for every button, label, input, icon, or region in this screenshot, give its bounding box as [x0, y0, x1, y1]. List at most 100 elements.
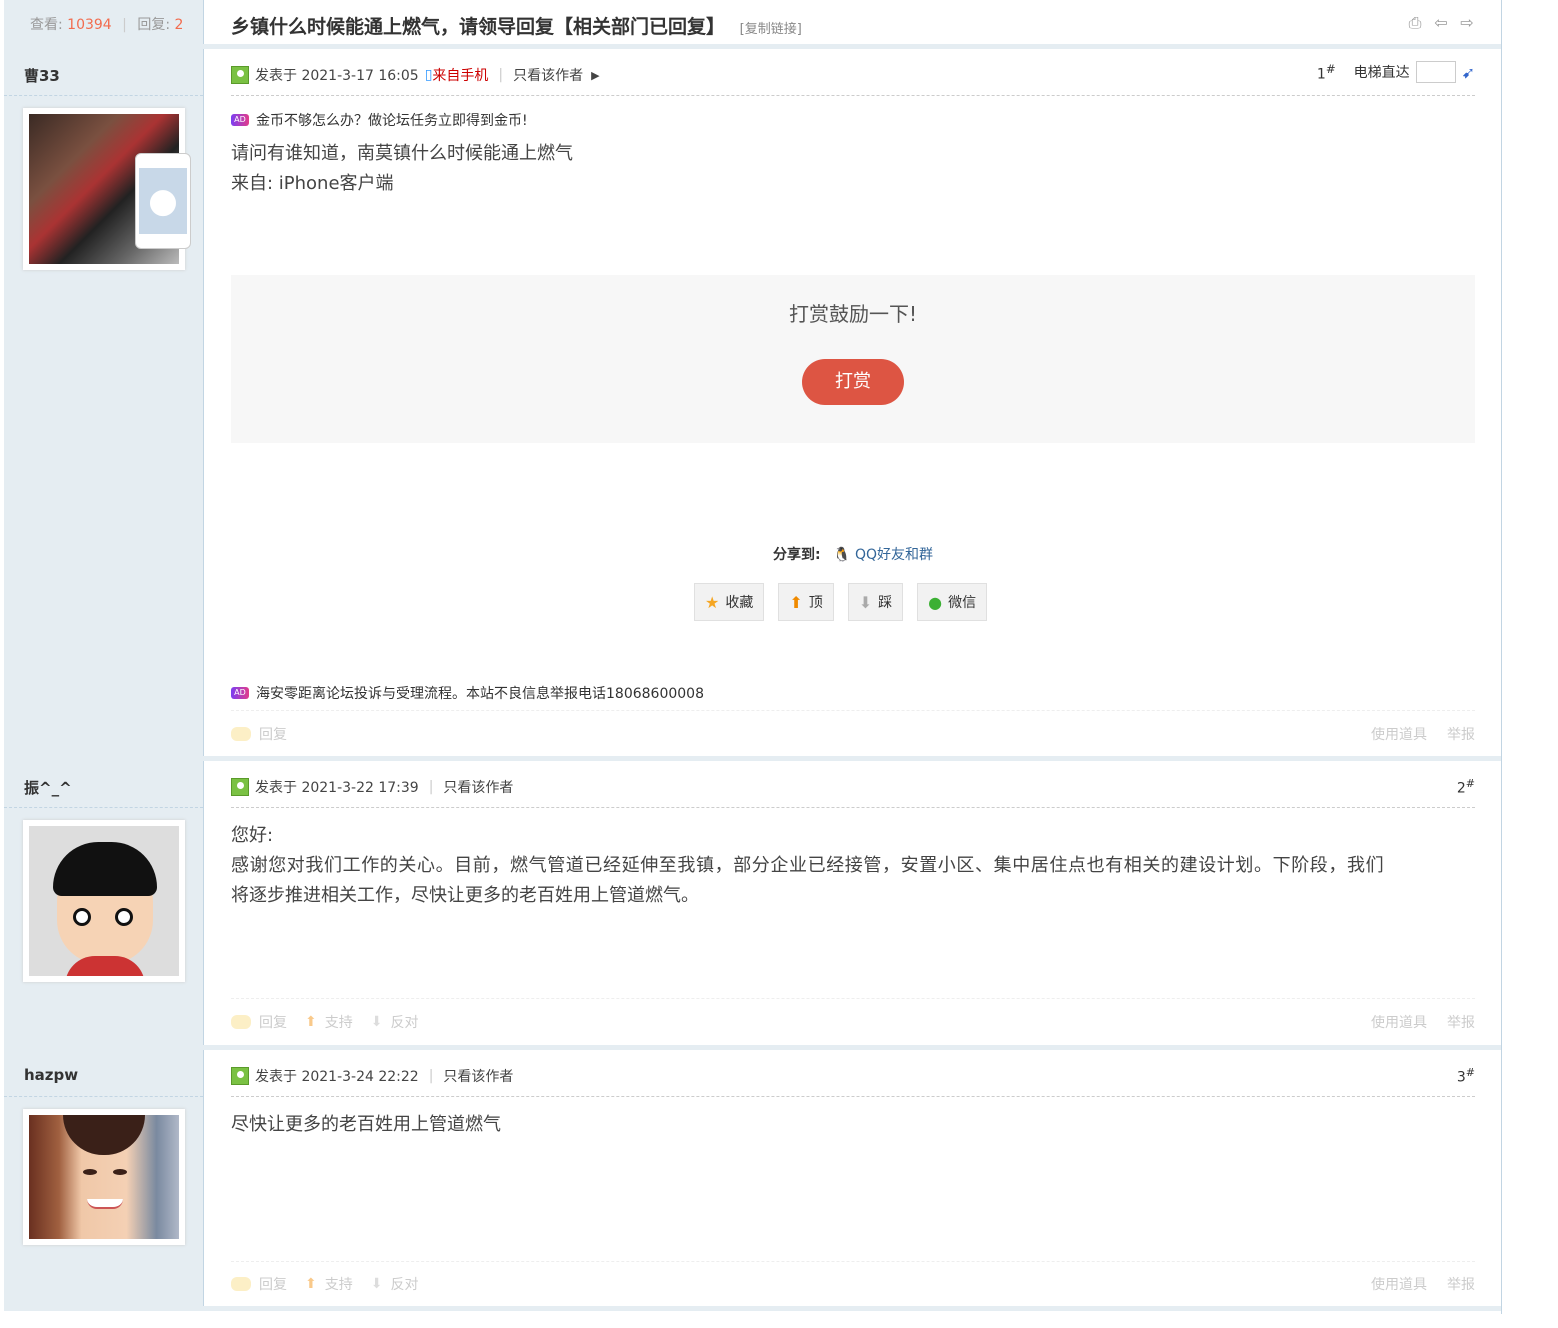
post-content: 您好: 感谢您对我们工作的关心。目前，燃气管道已经延伸至我镇，部分企业已经接管，… — [231, 821, 1475, 911]
avatar[interactable] — [23, 1109, 185, 1245]
post-footer: 回复 ⬆ 支持 ⬇ 反对 使用道具 举报 — [231, 1274, 1475, 1294]
floor-value: 3 — [1456, 1069, 1466, 1086]
prev-arrow-icon[interactable]: ⇦ — [1431, 14, 1451, 32]
thread-frame: 查看: 10394 | 回复: 2 乡镇什么时候能通上燃气，请领导回复【相关部门… — [4, 0, 1502, 1314]
author-name[interactable]: 曹33 — [24, 65, 60, 86]
ad-bottom[interactable]: AD 海安零距离论坛投诉与受理流程。本站不良信息举报电话18068600008 — [231, 683, 704, 703]
post-date: 发表于 2021-3-17 16:05 — [255, 68, 419, 84]
elevator-label: 电梯直达 — [1353, 65, 1410, 81]
downvote-button[interactable]: ⬇ 踩 — [847, 583, 904, 621]
ad-top[interactable]: AD 金币不够怎么办？做论坛任务立即得到金币! — [231, 110, 528, 130]
floor-number: 3# — [1457, 1066, 1475, 1086]
post-1-author-panel: 曹33 ● — [4, 49, 204, 756]
post-footer: 回复 ⬆ 支持 ⬇ 反对 使用道具 举报 — [231, 1012, 1475, 1032]
arrow-up-icon: ⬆ — [789, 592, 803, 612]
floor-elevator: 1# 电梯直达 ➹ — [1317, 61, 1475, 83]
only-author-link[interactable]: 只看该作者 — [513, 65, 583, 85]
reply-button[interactable]: 回复 — [231, 1274, 287, 1294]
reply-bubble-icon — [231, 727, 251, 741]
share-qq-link[interactable]: QQ好友和群 — [855, 547, 933, 563]
share-label: 分享到: — [773, 547, 821, 563]
upvote-button[interactable]: ⬆ 顶 — [778, 583, 834, 621]
copy-link-button[interactable]: [复制链接] — [740, 22, 802, 37]
thread-stats-panel: 查看: 10394 | 回复: 2 — [4, 0, 204, 46]
oppose-button[interactable]: ⬇ 反对 — [371, 1274, 419, 1294]
meta-divider — [231, 1096, 1475, 1097]
post-3-author-panel: hazpw — [4, 1050, 204, 1306]
replies-label: 回复: — [137, 17, 171, 33]
iphone-client-icon: ● — [135, 153, 191, 249]
from-mobile-link[interactable]: 来自手机 — [432, 65, 488, 85]
header-icons: ⎙ ⇦ ⇨ — [1405, 14, 1477, 32]
arrow-down-icon: ⬇ — [370, 1014, 383, 1030]
content-line: 您好: — [231, 825, 274, 846]
post-date: 发表于 2021-3-22 17:39 — [255, 780, 419, 796]
use-tools-button[interactable]: 使用道具 — [1371, 1274, 1427, 1294]
report-button[interactable]: 举报 — [1447, 1012, 1475, 1032]
footer-divider — [231, 710, 1475, 711]
support-label: 支持 — [324, 1015, 353, 1031]
star-icon: ★ — [705, 592, 720, 612]
reward-button[interactable]: 打赏 — [802, 359, 904, 405]
qq-penguin-icon: 🐧 — [833, 547, 851, 563]
meta-separator: | — [498, 67, 504, 83]
elevator-input[interactable] — [1415, 61, 1456, 83]
reply-button[interactable]: 回复 — [231, 724, 287, 744]
floor-hash: # — [1465, 777, 1475, 790]
support-button[interactable]: ⬆ 支持 — [305, 1274, 353, 1294]
post-meta: 发表于 2021-3-22 17:39 | 只看该作者 — [231, 777, 513, 797]
report-button[interactable]: 举报 — [1447, 724, 1475, 744]
floor-number: 1# — [1317, 62, 1336, 83]
reply-button[interactable]: 回复 — [231, 1012, 287, 1032]
thread-header: 乡镇什么时候能通上燃气，请领导回复【相关部门已回复】 [复制链接] ⎙ ⇦ ⇨ — [205, 0, 1501, 46]
printer-icon[interactable]: ⎙ — [1405, 14, 1425, 32]
footer-divider — [231, 1261, 1475, 1262]
wechat-label: 微信 — [948, 595, 977, 611]
oppose-label: 反对 — [390, 1277, 419, 1293]
post-separator — [4, 1306, 1501, 1311]
author-name[interactable]: 振^_^ — [24, 777, 72, 798]
oppose-button[interactable]: ⬇ 反对 — [371, 1012, 419, 1032]
caret-right-icon[interactable]: ▶ — [591, 69, 599, 82]
author-name[interactable]: hazpw — [24, 1066, 78, 1084]
thread-title-text: 乡镇什么时候能通上燃气，请领导回复【相关部门已回复】 — [231, 16, 726, 38]
use-tools-button[interactable]: 使用道具 — [1371, 1012, 1427, 1032]
only-author-link[interactable]: 只看该作者 — [443, 777, 513, 797]
avatar[interactable] — [23, 820, 185, 982]
floor-hash: # — [1465, 1066, 1475, 1079]
user-status-icon — [231, 66, 249, 84]
user-status-icon — [231, 778, 249, 796]
use-tools-button[interactable]: 使用道具 — [1371, 724, 1427, 744]
reply-bubble-icon — [231, 1277, 251, 1291]
reply-label: 回复 — [259, 727, 287, 743]
elevator-go-icon[interactable]: ➹ — [1462, 63, 1475, 82]
post-meta: 发表于 2021-3-17 16:05 ▯ 来自手机 | 只看该作者 ▶ — [231, 65, 600, 85]
reply-label: 回复 — [259, 1277, 287, 1293]
views-count: 10394 — [67, 17, 112, 33]
oppose-label: 反对 — [390, 1015, 419, 1031]
ad-badge-icon: AD — [231, 687, 249, 699]
meta-separator: | — [428, 1068, 434, 1084]
views-label: 查看: — [30, 17, 63, 33]
floor-value: 1 — [1316, 66, 1326, 83]
floor-hash: # — [1325, 61, 1336, 76]
content-line: 请问有谁知道，南莫镇什么时候能通上燃气 — [231, 143, 573, 164]
post-footer: 回复 使用道具 举报 — [231, 724, 1475, 744]
ad-top-text[interactable]: 金币不够怎么办？做论坛任务立即得到金币! — [256, 110, 528, 130]
content-line: 来自: iPhone客户端 — [231, 173, 394, 194]
meta-divider — [231, 95, 1475, 96]
post-1: 发表于 2021-3-17 16:05 ▯ 来自手机 | 只看该作者 ▶ 1# … — [205, 49, 1501, 756]
reward-panel: 打赏鼓励一下! 打赏 — [231, 275, 1475, 443]
favorite-button[interactable]: ★ 收藏 — [694, 583, 765, 621]
post-meta: 发表于 2021-3-24 22:22 | 只看该作者 — [231, 1066, 513, 1086]
user-status-icon — [231, 1067, 249, 1085]
only-author-link[interactable]: 只看该作者 — [443, 1066, 513, 1086]
report-button[interactable]: 举报 — [1447, 1274, 1475, 1294]
arrow-up-icon: ⬆ — [305, 1276, 317, 1292]
ad-bottom-text[interactable]: 海安零距离论坛投诉与受理流程。本站不良信息举报电话18068600008 — [256, 683, 704, 703]
author-divider — [4, 807, 203, 808]
support-button[interactable]: ⬆ 支持 — [305, 1012, 353, 1032]
next-arrow-icon[interactable]: ⇨ — [1457, 14, 1477, 32]
wechat-icon: ● — [928, 592, 943, 612]
wechat-button[interactable]: ● 微信 — [917, 583, 988, 621]
